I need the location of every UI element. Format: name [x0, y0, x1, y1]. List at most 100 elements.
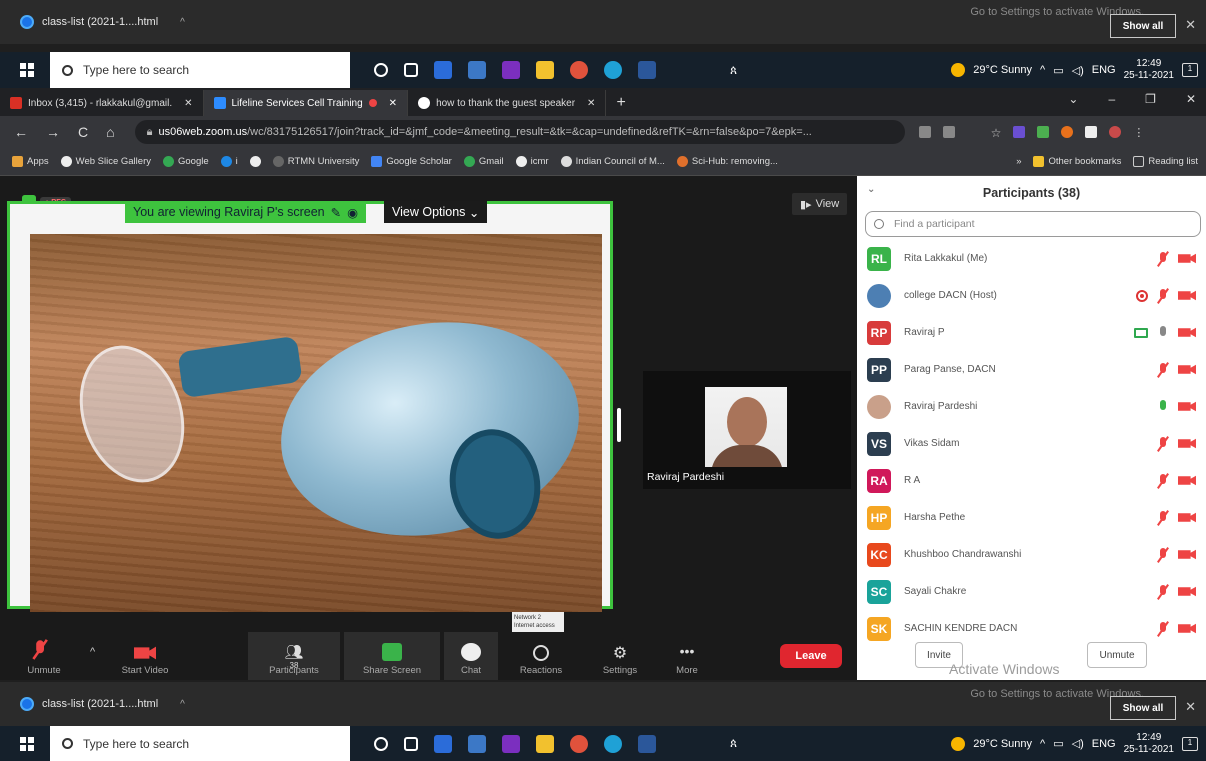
taskbar-search-input[interactable]: Type here to search [50, 726, 350, 761]
participant-row[interactable]: Raviraj Pardeshi [857, 388, 1206, 425]
download-item[interactable]: class-list (2021-1....html ^ [20, 697, 185, 711]
network-icon[interactable]: ▭ [1053, 64, 1063, 77]
participant-row[interactable]: SC Sayali Chakre [857, 573, 1206, 610]
tray-chevron-icon[interactable]: ^ [1040, 64, 1045, 76]
bookmark-apps[interactable]: Apps [12, 156, 49, 167]
video-off-icon[interactable] [1178, 401, 1196, 412]
bookmark-gmail[interactable]: Gmail [463, 156, 504, 167]
clock[interactable]: 12:49 25-11-2021 [1124, 58, 1174, 82]
reload-icon[interactable]: C [78, 124, 88, 140]
volume-icon[interactable]: ◁) [1072, 737, 1084, 750]
word-icon[interactable] [638, 61, 656, 79]
participant-row[interactable]: PP Parag Panse, DACN [857, 351, 1206, 388]
participants-button[interactable]: 👥︎38 Participants [248, 632, 340, 680]
shared-screen[interactable] [7, 201, 613, 612]
tab-close-icon[interactable]: ✕ [184, 98, 192, 109]
file-explorer-icon[interactable] [536, 734, 554, 753]
more-button[interactable]: ••• More [666, 632, 708, 680]
cortana-icon[interactable] [374, 63, 388, 77]
mic-icon[interactable] [1156, 325, 1170, 340]
home-icon[interactable]: ⌂ [106, 124, 114, 140]
close-icon[interactable]: ✕ [1185, 699, 1196, 715]
participant-row[interactable]: VS Vikas Sidam [857, 425, 1206, 462]
star-icon[interactable]: ☆ [991, 126, 1002, 140]
edge-icon[interactable] [604, 734, 622, 753]
unmute-button[interactable]: Unmute [18, 632, 70, 680]
settings-button[interactable]: ⚙︎ Settings [594, 632, 646, 680]
download-item[interactable]: class-list (2021-1....html ^ [20, 15, 185, 29]
mic-muted-icon[interactable] [1156, 584, 1170, 599]
mic-muted-icon[interactable] [1156, 510, 1170, 525]
mic-muted-icon[interactable] [1156, 436, 1170, 451]
tab-zoom[interactable]: Lifeline Services Cell Training ✕ [203, 90, 409, 116]
bookmark-icmr-full[interactable]: Indian Council of M... [560, 156, 665, 167]
bookmark-globe[interactable] [249, 156, 261, 167]
video-thumbnail[interactable]: Raviraj Pardeshi [643, 371, 851, 489]
language-indicator[interactable]: ENG [1092, 738, 1116, 750]
mic-muted-icon[interactable] [1156, 547, 1170, 562]
participant-row[interactable]: RL Rita Lakkakul (Me) [857, 240, 1206, 277]
view-button[interactable]: ▮▸ View [792, 193, 848, 215]
bookmark-google[interactable]: Google [162, 156, 209, 167]
tab-gmail[interactable]: Inbox (3,415) - rlakkakul@gmail. ✕ [0, 90, 204, 116]
close-icon[interactable]: ✕ [1185, 17, 1196, 33]
back-icon[interactable]: ← [14, 124, 28, 140]
taskbar-search-input[interactable]: Type here to search [50, 52, 350, 88]
participant-row[interactable]: RA R A [857, 462, 1206, 499]
participant-row[interactable]: KC Khushboo Chandrawanshi [857, 536, 1206, 573]
task-view-icon[interactable] [404, 63, 418, 77]
edge-icon[interactable] [604, 61, 622, 79]
tab-search-chevron-icon[interactable]: ⌄ [1068, 92, 1078, 106]
puzzle-icon[interactable] [1085, 126, 1098, 138]
video-off-icon[interactable] [1178, 327, 1196, 338]
window-close-icon[interactable]: ✕ [1186, 92, 1196, 106]
tab-google-search[interactable]: how to thank the guest speaker ✕ [408, 90, 607, 116]
participant-search-input[interactable]: Find a participant [865, 211, 1201, 237]
onenote-icon[interactable] [502, 61, 520, 79]
task-view-icon[interactable] [404, 736, 418, 751]
weather-text[interactable]: 29°C Sunny [973, 738, 1032, 750]
tab-close-icon[interactable]: ✕ [389, 98, 397, 109]
bookmark-web-slice[interactable]: Web Slice Gallery [60, 156, 151, 167]
mic-muted-icon[interactable] [1156, 621, 1170, 636]
video-off-icon[interactable] [1178, 253, 1196, 264]
extension-icon[interactable] [1037, 126, 1050, 138]
calculator-icon[interactable] [468, 734, 486, 753]
share-icon[interactable] [967, 126, 979, 138]
profile-avatar[interactable] [1109, 126, 1122, 138]
leave-button[interactable]: Leave [780, 644, 842, 668]
bookmark-icmr[interactable]: icmr [515, 156, 549, 167]
extension-icon[interactable] [1013, 126, 1026, 138]
onenote-icon[interactable] [502, 734, 520, 753]
reading-list[interactable]: Reading list [1133, 156, 1198, 167]
video-off-icon[interactable] [1178, 549, 1196, 560]
bookmark-i[interactable]: i [220, 156, 238, 167]
security-icon[interactable] [434, 61, 452, 79]
mic-muted-icon[interactable] [1156, 473, 1170, 488]
cortana-icon[interactable] [374, 736, 388, 751]
more-bookmarks-icon[interactable]: » [1016, 156, 1021, 167]
tray-chevron-icon[interactable]: ^ [1040, 738, 1045, 750]
new-tab-icon[interactable]: + [616, 94, 625, 112]
pen-icon[interactable]: ✎ [331, 205, 341, 220]
video-off-icon[interactable] [1178, 475, 1196, 486]
chat-button[interactable]: Chat [444, 632, 498, 680]
video-off-icon[interactable] [1178, 586, 1196, 597]
word-icon[interactable] [638, 734, 656, 753]
weather-text[interactable]: 29°C Sunny [973, 64, 1032, 76]
notification-icon[interactable]: 1 [1182, 736, 1198, 751]
share-screen-button[interactable]: Share Screen [344, 632, 440, 680]
network-icon[interactable]: ▭ [1053, 737, 1063, 750]
clock[interactable]: 12:49 25-11-2021 [1124, 732, 1174, 756]
mic-muted-icon[interactable] [1156, 288, 1170, 303]
tab-close-icon[interactable]: ✕ [587, 98, 595, 109]
volume-icon[interactable]: ◁) [1072, 64, 1084, 77]
file-explorer-icon[interactable] [536, 61, 554, 79]
record-icon[interactable]: ◉ [347, 205, 358, 220]
restore-icon[interactable]: ❐ [1145, 92, 1156, 106]
mic-icon[interactable] [1156, 399, 1170, 414]
people-icon[interactable]: ጰ [730, 736, 737, 751]
windows-start-icon[interactable] [20, 736, 34, 751]
chevron-up-icon[interactable]: ^ [180, 17, 185, 28]
url-input[interactable]: 🔒︎ us06web.zoom.us/wc/83175126517/join?t… [134, 120, 905, 144]
